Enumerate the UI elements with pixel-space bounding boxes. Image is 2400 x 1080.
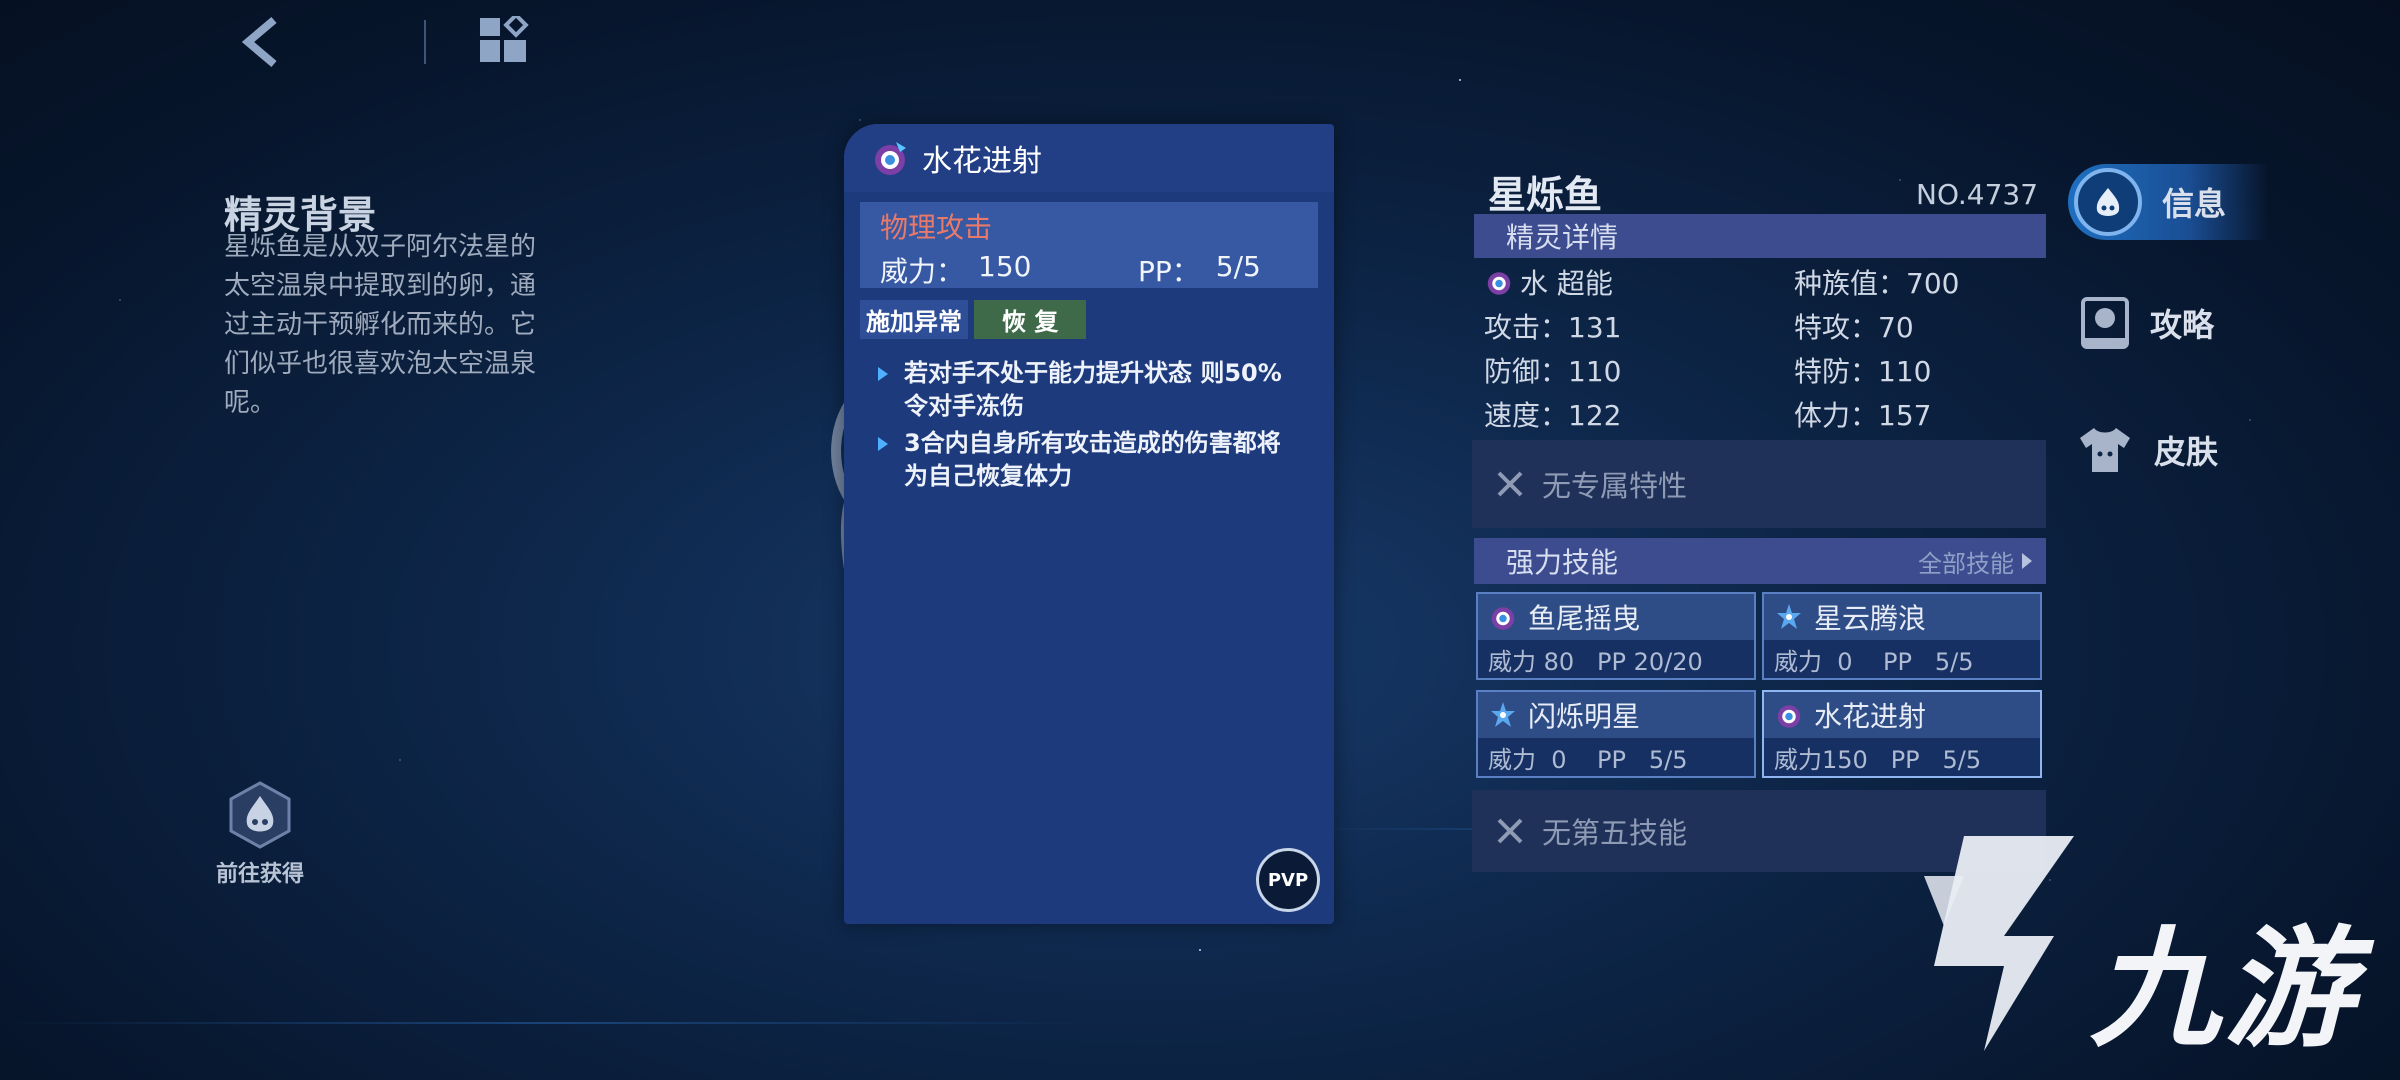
stat-speed: 速度：122 — [1484, 399, 1622, 432]
info-tab-icon — [2074, 168, 2142, 236]
stats-grid: 水 超能 种族值：700 攻击：131 特攻：70 防御：110 特防：110 … — [1484, 260, 2044, 436]
skill-detail-name: 水花进射 — [922, 144, 1042, 179]
effect-item: 3合内自身所有攻击造成的伤害都将为自己恢复体力 — [874, 427, 1304, 493]
pet-types: 水 超能 — [1520, 267, 1613, 300]
skill-name: 鱼尾摇曳 — [1528, 602, 1641, 635]
fifth-skill-text: 无第五技能 — [1542, 816, 1688, 850]
skills-label: 强力技能 — [1506, 546, 1619, 579]
skill-slot-selected[interactable]: 水花进射 威力150 PP 5/5 — [1762, 690, 2042, 778]
skill-info: 威力150 PP 5/5 — [1764, 738, 2040, 776]
guide-book-icon — [2081, 297, 2129, 349]
trait-text: 无专属特性 — [1542, 469, 1688, 503]
stat-total: 种族值：700 — [1794, 267, 1960, 300]
stat-attack: 攻击：131 — [1484, 311, 1622, 344]
goto-label: 前往获得 — [215, 862, 304, 887]
divider — [424, 20, 426, 64]
goto-obtain-button[interactable]: 前往获得 — [208, 780, 312, 888]
tab-skin[interactable]: 皮肤 — [2076, 424, 2218, 476]
skill-effects: 若对手不处于能力提升状态 则50%令对手冻伤 3合内自身所有攻击造成的伤害都将为… — [874, 357, 1304, 493]
type-row: 水 超能 — [1484, 262, 1794, 302]
skill-slot[interactable]: 星云腾浪 威力 0 PP 5/5 — [1762, 592, 2042, 680]
skill-name: 闪烁明星 — [1528, 700, 1641, 733]
stat-hp: 体力：157 — [1794, 399, 1932, 432]
stat-sp-attack: 特攻：70 — [1794, 311, 1914, 344]
skill-name: 水花进射 — [1814, 700, 1927, 733]
star-icon — [1491, 702, 1515, 727]
shirt-icon — [2080, 428, 2130, 472]
skill-info: 威力 0 PP 5/5 — [1478, 738, 1754, 776]
skill-category: 物理攻击 — [880, 211, 993, 244]
tab-skin-label: 皮肤 — [2154, 433, 2219, 471]
back-button[interactable] — [232, 14, 288, 70]
details-header: 精灵详情 — [1474, 214, 2046, 258]
skill-info: 威力 80 PP 20/20 — [1478, 640, 1754, 678]
water-psychic-icon — [1487, 272, 1511, 295]
crossed-swords-icon — [1497, 471, 1523, 497]
back-arrow-icon — [241, 16, 277, 68]
all-skills-link[interactable]: 全部技能 — [1918, 544, 2032, 579]
pp-value: 5/5 — [1215, 250, 1261, 283]
pet-name: 星烁鱼 — [1488, 173, 1603, 217]
tab-guide-label: 攻略 — [2150, 306, 2215, 344]
water-psychic-icon — [1777, 705, 1801, 728]
tab-info-label: 信息 — [2162, 185, 2227, 223]
flame-hex-icon — [229, 781, 291, 849]
pvp-toggle-button[interactable]: PVP — [1256, 848, 1320, 912]
effect-item: 若对手不处于能力提升状态 则50%令对手冻伤 — [874, 357, 1304, 423]
tab-info[interactable]: 信息 — [2068, 164, 2268, 240]
skill-info: 威力 0 PP 5/5 — [1764, 640, 2040, 678]
trait-box: 无专属特性 — [1472, 440, 2046, 528]
skill-detail-card: 水花进射 物理攻击 威力： 150 PP： 5/5 施加异常 恢 复 若对手不处… — [844, 124, 1334, 924]
skill-name: 星云腾浪 — [1814, 602, 1927, 635]
crossed-swords-icon — [1497, 818, 1523, 844]
tag-status: 施加异常 — [860, 300, 968, 339]
water-psychic-icon — [875, 142, 906, 175]
skill-slot[interactable]: 闪烁明星 威力 0 PP 5/5 — [1476, 690, 1756, 778]
background-text: 星烁鱼是从双子阿尔法星的太空温泉中提取到的卵，通过主动干预孵化而来的。它们似乎也… — [224, 232, 537, 418]
star-icon — [1777, 604, 1801, 629]
pp-label: PP： — [1138, 255, 1200, 288]
watermark-text: 九游 — [2090, 913, 2359, 1065]
pet-number: NO.4737 — [1916, 178, 2039, 211]
watermark-logo — [1924, 836, 2074, 1051]
pvp-label: PVP — [1267, 869, 1309, 891]
water-psychic-icon — [1491, 607, 1515, 630]
skills-header: 强力技能 全部技能 — [1474, 538, 2046, 584]
skill-attributes: 物理攻击 威力： 150 PP： 5/5 — [860, 202, 1318, 288]
decor-line — [0, 1022, 1100, 1024]
tag-recover: 恢 复 — [974, 300, 1087, 339]
power-value: 150 — [978, 250, 1032, 283]
details-label: 精灵详情 — [1506, 221, 1619, 254]
grid-icon — [480, 12, 529, 62]
skill-slot[interactable]: 鱼尾摇曳 威力 80 PP 20/20 — [1476, 592, 1756, 680]
menu-grid-button[interactable] — [478, 12, 534, 72]
pet-face-icon — [2096, 188, 2120, 216]
tab-guide[interactable]: 攻略 — [2080, 296, 2214, 350]
stat-defense: 防御：110 — [1484, 355, 1622, 388]
power-label: 威力： — [880, 255, 965, 288]
skill-detail-header: 水花进射 — [844, 124, 1334, 192]
stat-sp-defense: 特防：110 — [1794, 355, 1932, 388]
